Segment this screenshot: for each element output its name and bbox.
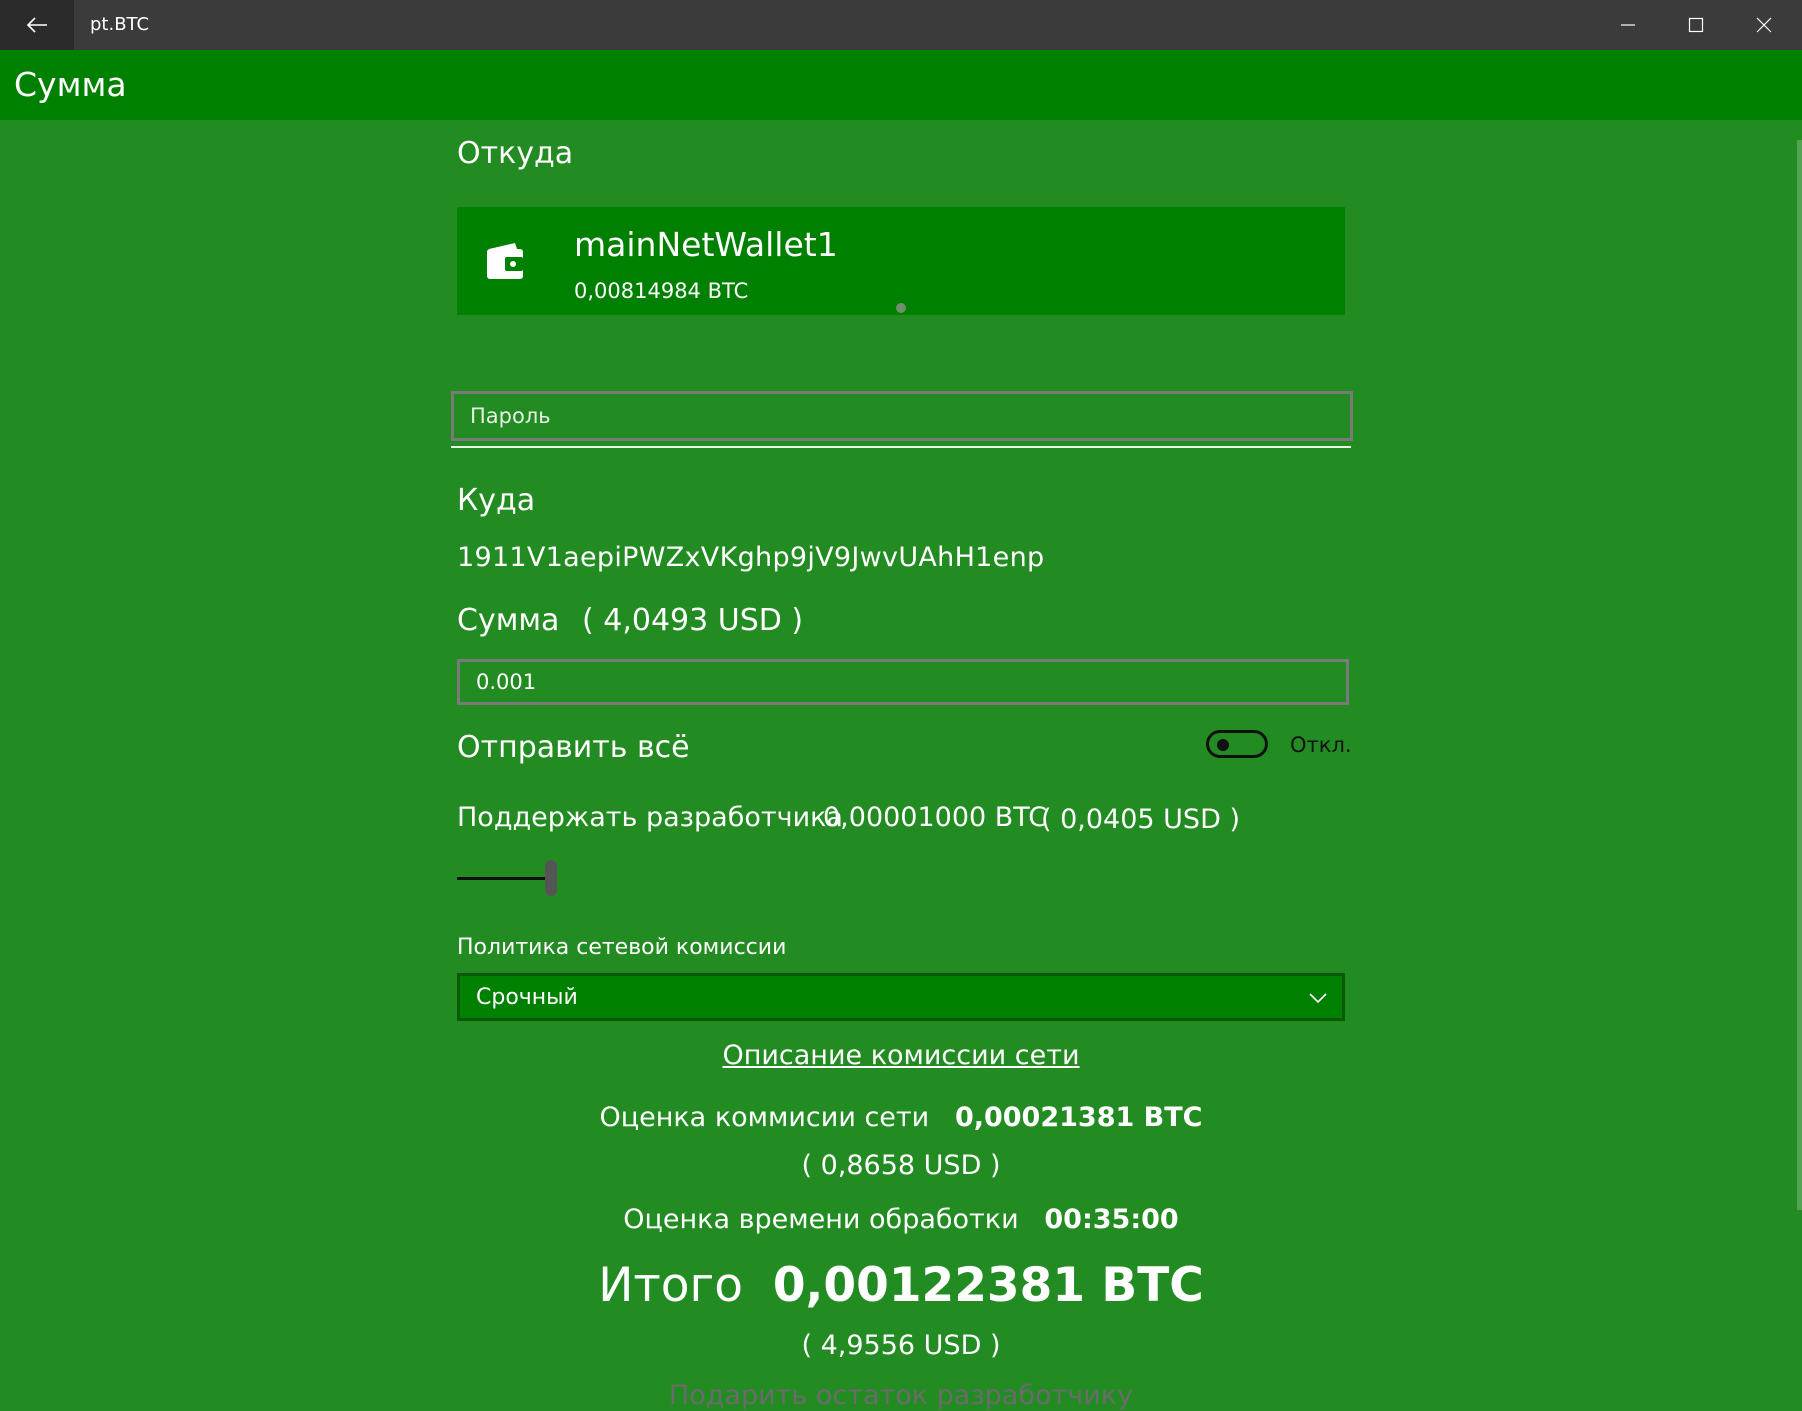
pager-dot — [896, 303, 906, 313]
support-dev-usd: ( 0,0405 USD ) — [1041, 804, 1240, 835]
password-input[interactable] — [451, 391, 1353, 441]
to-label: Куда — [457, 483, 536, 518]
amount-label: Сумма — [457, 603, 560, 638]
back-arrow-icon — [26, 17, 47, 33]
minimize-button[interactable] — [1594, 0, 1662, 50]
amount-usd: ( 4,0493 USD ) — [582, 603, 804, 638]
wallet-balance: 0,00814984 BTC — [574, 279, 749, 303]
total-btc: 0,00122381 BTC — [772, 1258, 1204, 1313]
wallet-icon — [487, 243, 523, 279]
send-all-toggle[interactable] — [1206, 730, 1268, 758]
maximize-icon — [1688, 17, 1704, 33]
slider-track — [457, 877, 545, 880]
close-icon — [1756, 17, 1772, 33]
fee-description-link[interactable]: Описание комиссии сети — [457, 1040, 1345, 1071]
window-titlebar: pt.BTC — [0, 0, 1802, 50]
page-header: Сумма — [0, 50, 1802, 120]
total-usd: ( 4,9556 USD ) — [801, 1330, 1001, 1361]
toggle-knob — [1217, 739, 1229, 751]
back-button[interactable] — [0, 0, 74, 50]
page-title: Сумма — [14, 65, 127, 104]
minimize-icon — [1621, 24, 1635, 26]
fee-estimate-label: Оценка коммисии сети — [599, 1102, 930, 1133]
donate-remainder-link[interactable]: Подарить остаток разработчику — [457, 1380, 1345, 1411]
wallet-name: mainNetWallet1 — [574, 225, 838, 264]
maximize-button[interactable] — [1662, 0, 1730, 50]
fee-policy-label: Политика сетевой комиссии — [457, 935, 787, 960]
total-label: Итого — [598, 1258, 743, 1313]
slider-thumb[interactable] — [545, 860, 557, 896]
divider — [451, 446, 1351, 448]
send-all-label: Отправить всё — [457, 730, 690, 765]
fee-estimate-btc: 0,00021381 BTC — [954, 1102, 1203, 1133]
wallet-selector[interactable]: mainNetWallet1 0,00814984 BTC — [457, 207, 1345, 315]
close-button[interactable] — [1730, 0, 1798, 50]
fee-estimate-usd: ( 0,8658 USD ) — [801, 1150, 1001, 1181]
fee-estimate: Оценка коммисии сети 0,00021381 BTC — [457, 1102, 1345, 1133]
from-label: Откуда — [457, 136, 574, 171]
destination-address: 1911V1aepiPWZxVKghp9jV9JwvUAhH1enp — [457, 542, 1045, 573]
support-dev-slider[interactable] — [457, 860, 557, 896]
time-estimate-value: 00:35:00 — [1044, 1204, 1179, 1235]
window-title: pt.BTC — [90, 14, 150, 35]
support-dev-btc: 0,00001000 BTC — [823, 802, 1048, 833]
fee-policy-selected: Срочный — [476, 985, 578, 1010]
time-estimate: Оценка времени обработки 00:35:00 — [457, 1204, 1345, 1235]
fee-policy-dropdown[interactable]: Срочный — [457, 973, 1345, 1021]
chevron-down-icon — [1309, 993, 1327, 1004]
amount-input[interactable] — [457, 659, 1349, 705]
vertical-scrollbar[interactable] — [1797, 140, 1802, 1210]
send-all-state: Откл. — [1290, 733, 1352, 757]
total: Итого 0,00122381 BTC — [457, 1258, 1345, 1313]
support-dev-label: Поддержать разработчика — [457, 802, 843, 833]
time-estimate-label: Оценка времени обработки — [623, 1204, 1019, 1235]
